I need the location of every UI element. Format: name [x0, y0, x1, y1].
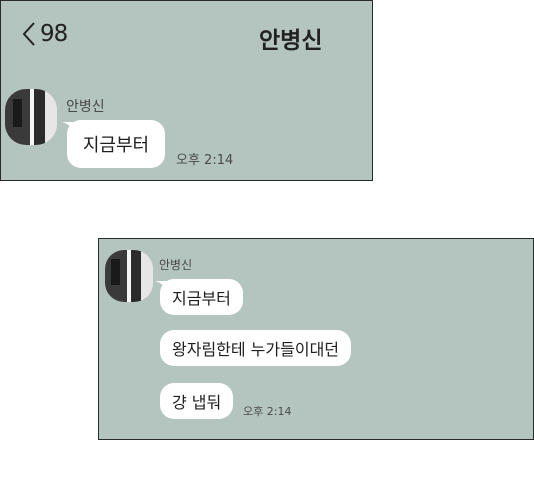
- unread-count: 98: [40, 21, 68, 47]
- message-text: 왕자림한테 누가들이대던: [172, 340, 340, 359]
- message-text: 지금부터: [172, 289, 231, 308]
- chat-screenshot-bottom: 안병신 지금부터 왕자림한테 누가들이대던 걍 냅둬 오후 2:14: [98, 238, 534, 440]
- message-text: 걍 냅둬: [172, 393, 222, 412]
- message-bubble[interactable]: 왕자림한테 누가들이대던: [160, 330, 352, 366]
- avatar[interactable]: [105, 250, 153, 302]
- message-bubble[interactable]: 걍 냅둬: [160, 383, 234, 419]
- message-time: 오후 2:14: [176, 153, 234, 168]
- message-text: 지금부터: [82, 135, 150, 156]
- sender-name: 안병신: [159, 258, 193, 272]
- profile-photo: [105, 250, 153, 302]
- chat-title: 안병신: [259, 28, 323, 54]
- profile-photo: [5, 89, 57, 145]
- message-bubble[interactable]: 지금부터: [155, 279, 243, 315]
- bubble-tail: [62, 122, 74, 132]
- avatar[interactable]: [5, 89, 57, 145]
- message-bubble[interactable]: 지금부터: [62, 120, 165, 168]
- back-button[interactable]: 98: [21, 21, 68, 47]
- message-time: 오후 2:14: [243, 405, 292, 418]
- sender-name: 안병신: [66, 99, 105, 115]
- bubble-tail: [155, 281, 167, 291]
- chat-screenshot-top: 98 안병신 안병신 지금부터 오후 2:14: [0, 0, 373, 181]
- chevron-left-icon: [22, 22, 35, 46]
